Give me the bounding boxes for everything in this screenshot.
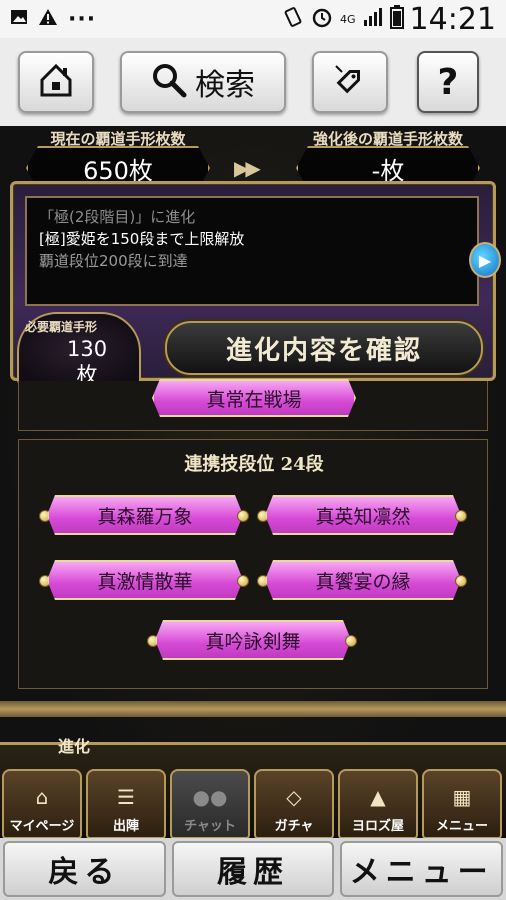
search-icon: [151, 62, 187, 102]
nav-chat[interactable]: ●● チャット: [170, 769, 250, 839]
search-button[interactable]: 検索: [120, 51, 286, 113]
nav-label: ガチャ: [274, 819, 314, 834]
nav-sortie[interactable]: ☰ 出陣: [86, 769, 166, 839]
skill-button[interactable]: 真森羅万象: [47, 495, 243, 535]
browser-toolbar: 検索 ?: [0, 38, 506, 126]
menu-button[interactable]: メニュー: [340, 841, 504, 897]
game-screen: 現在の覇道手形枚数 650枚 ▶▶ 強化後の覇道手形枚数 -枚 「極(2段階目)…: [0, 126, 506, 839]
back-button[interactable]: 戻る: [3, 841, 166, 897]
evolution-line: 覇道段位200段に到達: [39, 252, 188, 270]
nav-label: チャット: [184, 819, 236, 834]
help-icon: ?: [437, 61, 459, 103]
signal-icon: [362, 6, 384, 32]
gacha-icon: ◇: [286, 785, 302, 809]
arrow-icon: ▶▶: [234, 156, 261, 180]
alarm-icon: [310, 5, 334, 33]
nav-gacha[interactable]: ◇ ガチャ: [254, 769, 334, 839]
evolution-line: 「極(2段階目)」に進化: [39, 208, 196, 226]
combo-skill-heading: 連携技段位 24段: [184, 454, 324, 475]
vibrate-icon: [282, 6, 304, 32]
home-icon: ⌂: [35, 785, 49, 809]
required-badge: 必要覇道手形 130 枚: [17, 312, 141, 387]
menu-icon: ▦: [452, 785, 472, 809]
map-icon: ☰: [117, 785, 135, 809]
gem-icon: [455, 575, 467, 587]
more-icon: ···: [68, 6, 97, 32]
clock: 14:21: [409, 1, 496, 37]
image-icon: [10, 8, 28, 30]
home-icon: [36, 60, 76, 104]
gem-icon: [455, 510, 467, 522]
ornamental-divider: [0, 701, 506, 717]
chat-icon: ●●: [192, 785, 228, 809]
status-bar: ··· 4G 14:21: [0, 0, 506, 38]
nav-shop[interactable]: ▲ ヨロズ屋: [338, 769, 418, 839]
skill-button[interactable]: 真吟詠剣舞: [155, 620, 351, 660]
required-number: 130: [67, 337, 108, 361]
after-count-title: 強化後の覇道手形枚数: [312, 130, 463, 148]
history-button[interactable]: 履歴: [171, 841, 335, 897]
gem-icon: [237, 510, 249, 522]
combo-skill-box: 連携技段位 24段 真森羅万象 真英知凛然 真激情散華 真饗宴の縁 真吟詠剣舞: [18, 439, 488, 689]
home-button[interactable]: [18, 51, 94, 113]
system-bar: 戻る 履歴 メニュー: [0, 838, 506, 900]
nav-label: マイページ: [9, 819, 75, 834]
nav-menu[interactable]: ▦ メニュー: [422, 769, 502, 839]
battery-icon: [389, 5, 404, 33]
evolution-tag: 進化: [58, 737, 91, 756]
evolution-description: 「極(2段階目)」に進化 [極]愛姫を150段まで上限解放 覇道段位200段に到…: [25, 196, 479, 306]
tag-icon: [330, 60, 370, 104]
help-button[interactable]: ?: [417, 51, 479, 113]
skill-button[interactable]: 真英知凛然: [265, 495, 461, 535]
evolution-line: [極]愛姫を150段まで上限解放: [39, 230, 245, 248]
nav-label: メニュー: [435, 819, 488, 834]
skill-button[interactable]: 真激情散華: [47, 560, 243, 600]
gem-icon: [237, 575, 249, 587]
skill-list-top: 真常在戦場: [18, 381, 488, 431]
nav-mypage[interactable]: ⌂ マイページ: [2, 769, 82, 839]
nav-label: ヨロズ屋: [351, 819, 404, 834]
next-page-button[interactable]: ▶: [469, 242, 501, 278]
skill-section: 真常在戦場 連携技段位 24段 真森羅万象 真英知凛然 真激情散華 真饗宴の縁 …: [18, 381, 488, 689]
network-type: 4G: [340, 12, 356, 26]
gem-icon: [345, 635, 357, 647]
game-nav-bar: 進化 ⌂ マイページ ☰ 出陣 ●● チャット ◇ ガチャ ▲ ヨロズ屋 ▦ メ…: [0, 737, 506, 839]
shop-icon: ▲: [370, 785, 386, 809]
evolution-panel: 「極(2段階目)」に進化 [極]愛姫を150段まで上限解放 覇道段位200段に到…: [10, 181, 501, 387]
confirm-evolution-button[interactable]: 進化内容を確認: [165, 321, 483, 375]
skill-button[interactable]: 真常在戦場: [152, 379, 356, 417]
current-count-title: 現在の覇道手形枚数: [50, 130, 186, 148]
play-arrow-icon: ▶: [478, 250, 492, 270]
skill-button[interactable]: 真饗宴の縁: [265, 560, 461, 600]
warning-icon: [38, 8, 58, 30]
required-label: 必要覇道手形: [25, 320, 98, 334]
nav-label: 出陣: [112, 819, 139, 834]
search-label: 検索: [195, 68, 255, 103]
tag-button[interactable]: [312, 51, 388, 113]
